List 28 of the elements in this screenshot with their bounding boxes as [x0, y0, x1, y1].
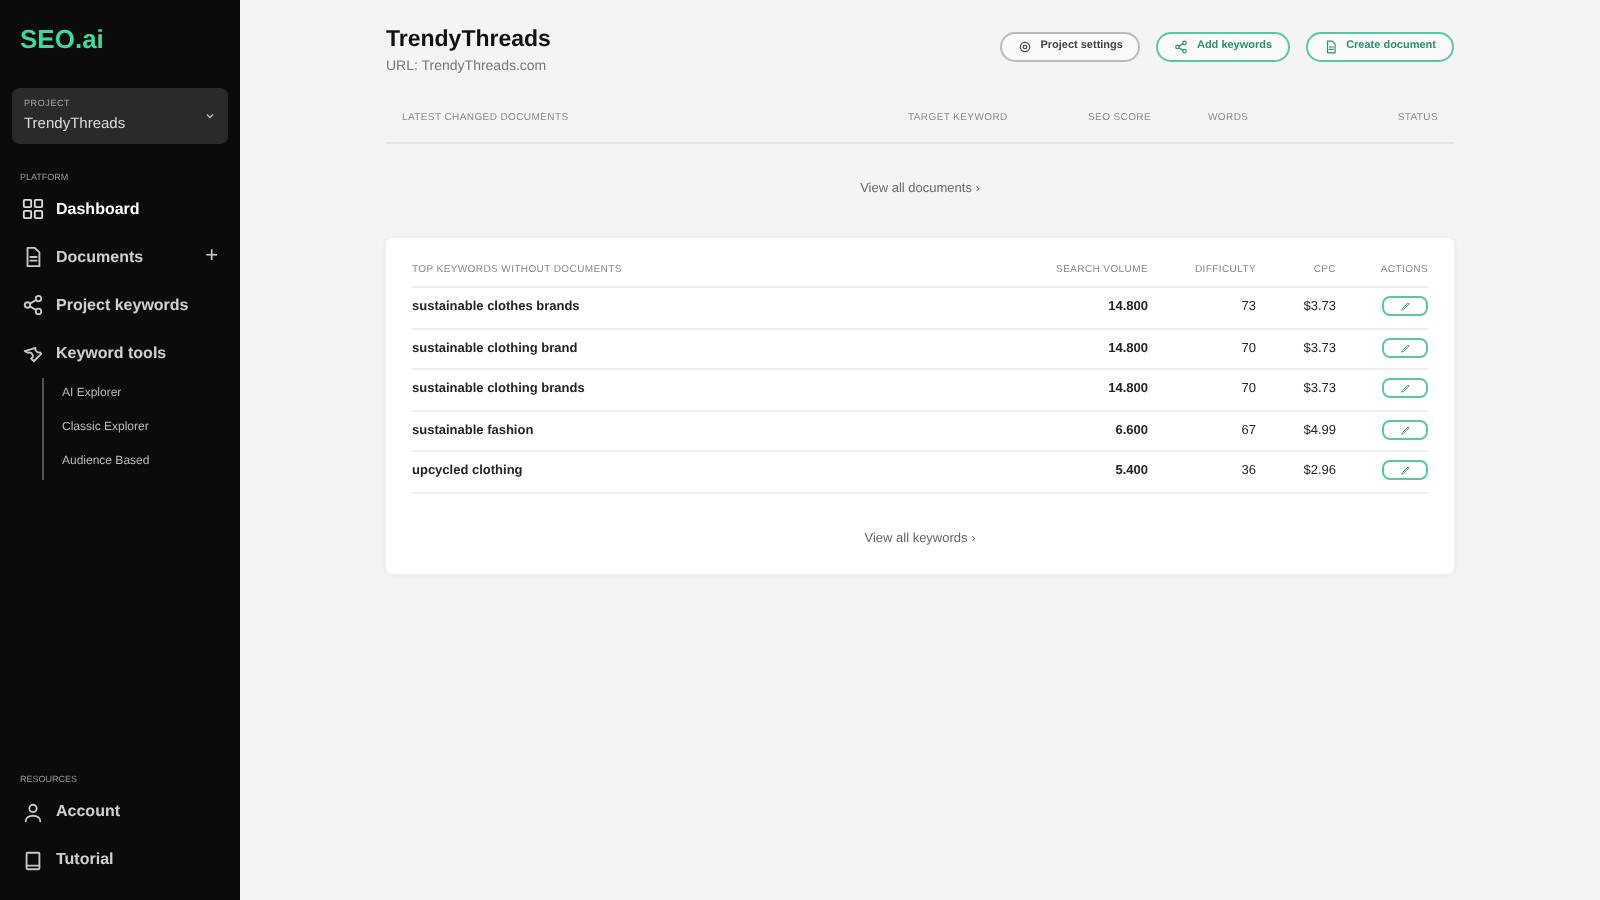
edit-button[interactable]: [1382, 337, 1428, 358]
grid-icon: [22, 198, 44, 221]
edit-button[interactable]: [1382, 378, 1428, 399]
nav-item[interactable]: Dashboard: [10, 185, 152, 234]
share-icon: [1174, 40, 1189, 54]
project-title: TrendyThreads: [386, 26, 551, 56]
book-icon: [22, 849, 44, 871]
pencil-icon: [1399, 382, 1411, 395]
logo[interactable]: SEO.ai: [10, 24, 104, 54]
pencil-icon: [1399, 300, 1411, 313]
person-icon: [22, 801, 44, 823]
edit-button[interactable]: [1382, 296, 1428, 317]
nav-item[interactable]: Documents: [10, 233, 156, 282]
add-icon[interactable]: +: [205, 246, 218, 269]
edit-button[interactable]: [1382, 419, 1428, 440]
pencil-icon: [1399, 341, 1411, 354]
document-icon: [22, 246, 44, 269]
pencil-icon: [1399, 423, 1411, 436]
gear-icon: [1018, 40, 1033, 54]
nav-item[interactable]: Keyword tools: [10, 329, 179, 378]
share-icon: [22, 294, 44, 317]
chevron-icon: [204, 110, 216, 122]
pencil-icon: [1399, 464, 1411, 477]
document-icon: [1324, 40, 1339, 54]
nav-item[interactable]: Tutorial: [10, 836, 126, 884]
nav-item[interactable]: Project keywords: [10, 281, 201, 330]
nav-item[interactable]: Account: [10, 788, 132, 836]
edit-button[interactable]: [1382, 460, 1428, 481]
